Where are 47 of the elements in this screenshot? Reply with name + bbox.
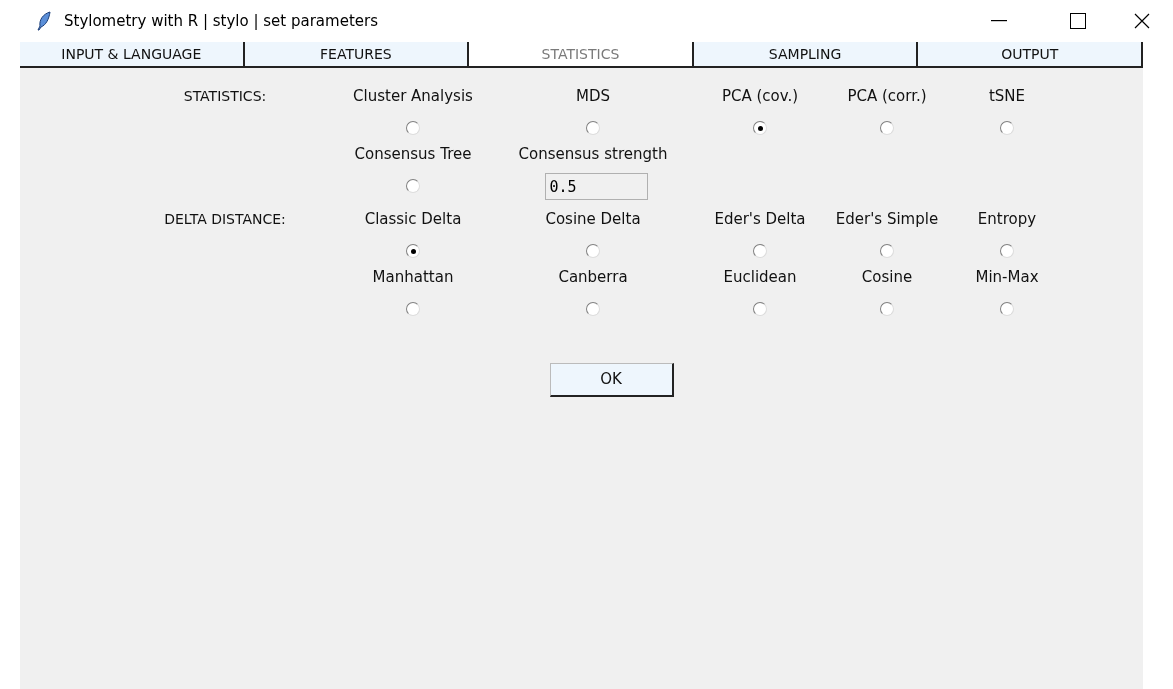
radio-button[interactable] — [880, 121, 894, 135]
option-label: Entropy — [977, 210, 1037, 228]
option-label: Min-Max — [975, 268, 1039, 286]
section-label: DELTA DISTANCE: — [164, 210, 286, 229]
option-label: Cosine Delta — [545, 210, 641, 228]
radio-button[interactable] — [1000, 244, 1014, 258]
option-label: Eder's Delta — [714, 210, 806, 228]
option-label: Eder's Simple — [835, 210, 939, 228]
radio-button[interactable] — [406, 244, 420, 258]
tab[interactable]: FEATURES — [244, 42, 470, 68]
tab[interactable]: STATISTICS — [469, 42, 694, 68]
radio-button[interactable] — [406, 302, 420, 316]
option-label: tSNE — [988, 87, 1026, 105]
radio-button[interactable] — [406, 121, 420, 135]
radio-button[interactable] — [1000, 121, 1014, 135]
strength-field[interactable]: 0.5 — [544, 173, 648, 200]
radio-button[interactable] — [1000, 302, 1014, 316]
radio-button[interactable] — [753, 244, 767, 258]
option-label: PCA (corr.) — [847, 87, 927, 105]
feather-icon — [37, 11, 51, 31]
maximize-icon[interactable] — [1070, 13, 1086, 29]
radio-button[interactable] — [586, 244, 600, 258]
radio-button[interactable] — [406, 179, 420, 193]
option-label: Canberra — [558, 268, 628, 286]
option-label: Consensus strength — [518, 145, 668, 163]
radio-button[interactable] — [753, 302, 767, 316]
option-label: Cluster Analysis — [353, 87, 473, 105]
option-label: MDS — [576, 87, 610, 105]
option-label: Consensus Tree — [354, 145, 472, 163]
minimize-icon[interactable] — [991, 20, 1007, 22]
radio-button[interactable] — [880, 244, 894, 258]
option-label: Classic Delta — [364, 210, 462, 228]
close-icon[interactable] — [1134, 13, 1150, 29]
option-label: PCA (cov.) — [721, 87, 799, 105]
tab[interactable]: OUTPUT — [918, 42, 1143, 68]
window-title: Stylometry with R | stylo | set parameters — [64, 10, 378, 32]
radio-button[interactable] — [753, 121, 767, 135]
ok-button[interactable]: OK — [549, 363, 674, 397]
radio-button[interactable] — [586, 302, 600, 316]
tab[interactable]: SAMPLING — [693, 42, 919, 68]
radio-button[interactable] — [880, 302, 894, 316]
tab[interactable]: INPUT & LANGUAGE — [20, 42, 245, 68]
radio-button[interactable] — [586, 121, 600, 135]
option-label: Cosine — [861, 268, 913, 286]
option-label: Euclidean — [723, 268, 797, 286]
option-label: Manhattan — [372, 268, 454, 286]
section-label: STATISTICS: — [183, 87, 267, 106]
